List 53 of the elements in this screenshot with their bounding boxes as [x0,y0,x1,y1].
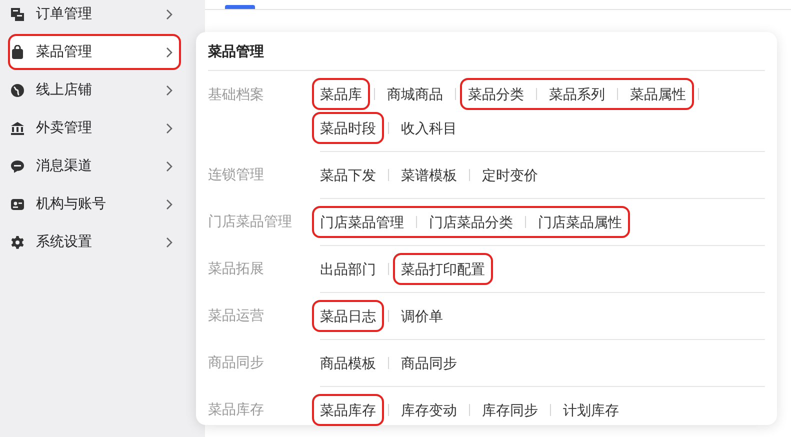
chevron-right-icon [166,84,173,96]
chevron-right-icon [166,198,173,210]
chevron-right-icon [166,46,173,58]
nav-item[interactable]: 订单管理 [8,0,181,32]
menu-link[interactable]: 菜品分类 [468,83,524,105]
group-label: 菜品拓展 [208,259,265,278]
menu-link[interactable]: 收入科目 [401,117,457,139]
nav-item[interactable]: 机构与账号 [8,186,181,222]
menu-link[interactable]: 菜品下发 [320,164,376,186]
receipt-icon [10,6,25,22]
nav-item[interactable]: 消息渠道 [8,148,181,184]
menu-link[interactable]: 调价单 [401,305,443,327]
tab-indicator [225,5,255,9]
nav-item[interactable]: 菜品管理 [8,34,181,70]
menu-link[interactable]: 出品部门 [320,258,376,280]
menu-link[interactable]: 菜品属性 [630,83,686,105]
nav-item[interactable]: 线上店铺 [8,72,181,108]
popup-title: 菜品管理 [208,32,765,71]
settings-icon [10,234,25,250]
menu-link[interactable]: 库存同步 [482,399,538,421]
group-label: 菜品库存 [208,400,265,419]
menu-link[interactable]: 门店菜品分类 [429,211,513,233]
menu-link[interactable]: 商城商品 [387,83,443,105]
menu-link[interactable]: 菜品库存 [320,399,376,421]
group-label: 菜品运营 [208,306,265,325]
chevron-right-icon [166,236,173,248]
menu-link[interactable]: 商品模板 [320,352,376,374]
bag-icon [10,44,25,60]
menu-link[interactable]: 菜谱模板 [401,164,457,186]
menu-link[interactable]: 菜品时段 [320,117,376,139]
bank-icon [10,120,25,136]
chevron-right-icon [166,8,173,20]
group-label: 商品同步 [208,353,265,372]
chevron-right-icon [166,122,173,134]
chat-icon [10,158,25,174]
group-label: 基础档案 [208,85,265,104]
menu-link[interactable]: 商品同步 [401,352,457,374]
contact-card-icon [10,196,25,212]
nav-item[interactable]: 系统设置 [8,224,181,260]
globe-icon [10,82,25,98]
group-label: 连锁管理 [208,165,265,184]
nav-item[interactable]: 外卖管理 [8,110,181,146]
menu-link[interactable]: 菜品打印配置 [401,258,485,280]
menu-link[interactable]: 计划库存 [563,399,619,421]
menu-link[interactable]: 库存变动 [401,399,457,421]
chevron-right-icon [166,160,173,172]
menu-link[interactable]: 门店菜品属性 [538,211,622,233]
menu-link[interactable]: 菜品系列 [549,83,605,105]
menu-link[interactable]: 定时变价 [482,164,538,186]
menu-link[interactable]: 菜品日志 [320,305,376,327]
menu-link[interactable]: 门店菜品管理 [320,211,404,233]
group-label: 门店菜品管理 [208,212,293,231]
menu-link[interactable]: 菜品库 [320,83,362,105]
